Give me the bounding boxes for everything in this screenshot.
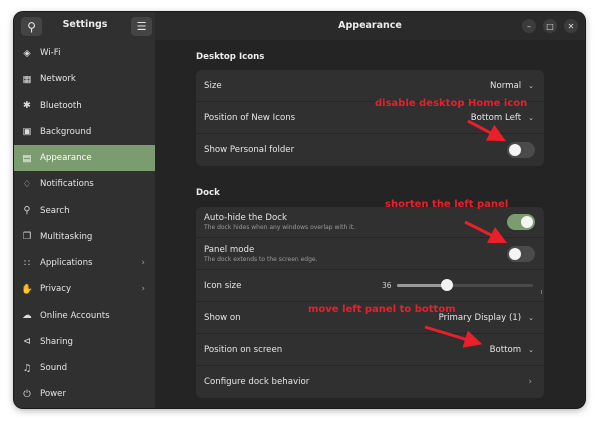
- arrow-left-panel: [464, 220, 508, 244]
- annotation-arrows: [424, 119, 508, 348]
- arrow-bottom: [424, 325, 483, 348]
- arrow-home-icon: [467, 119, 506, 142]
